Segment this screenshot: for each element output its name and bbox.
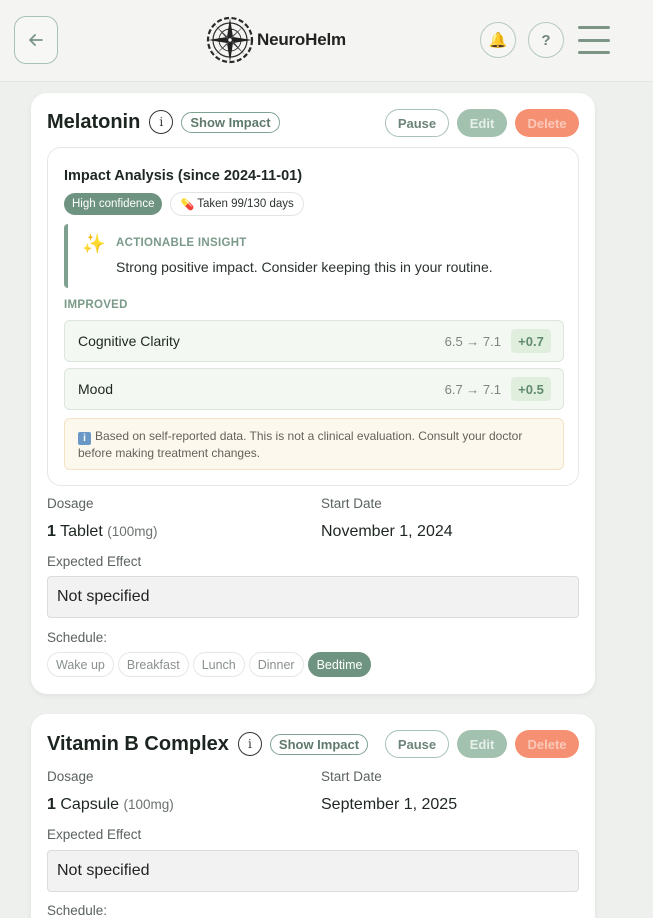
start-date-value: September 1, 2025 xyxy=(321,796,458,813)
help-icon: ? xyxy=(541,31,551,49)
insight-text: Strong positive impact. Consider keeping… xyxy=(116,259,493,275)
app-logo[interactable]: NeuroHelm xyxy=(205,14,346,66)
adherence-badge: 💊 Taken 99/130 days xyxy=(170,192,304,216)
improved-label: IMPROVED xyxy=(64,299,128,311)
supplement-name: Vitamin B Complex xyxy=(47,732,229,755)
schedule-chip-breakfast[interactable]: Breakfast xyxy=(117,652,189,677)
brain-compass-icon xyxy=(206,16,254,64)
confidence-badge: High confidence xyxy=(64,193,163,215)
info-button[interactable]: i xyxy=(237,732,262,756)
dosage-unit: Tablet xyxy=(60,523,103,540)
metric-name: Cognitive Clarity xyxy=(78,333,180,349)
dosage-value: 1 Tablet (100mg) xyxy=(47,523,158,541)
expected-effect-field: Not specified xyxy=(47,850,579,892)
dosage-label: Dosage xyxy=(47,496,94,511)
start-date-value: November 1, 2024 xyxy=(321,523,453,540)
pause-button[interactable]: Pause xyxy=(385,730,449,758)
metric-row: Cognitive Clarity 6.5 → 7.1 +0.7 xyxy=(64,320,564,362)
disclaimer-text: Based on self-reported data. This is not… xyxy=(78,429,523,460)
metric-delta-badge: +0.5 xyxy=(511,377,551,401)
edit-button[interactable]: Edit xyxy=(457,730,507,758)
metric-delta-badge: +0.7 xyxy=(511,329,551,353)
app-header: NeuroHelm 🔔 ? xyxy=(0,0,653,82)
expected-effect-value: Not specified xyxy=(57,862,150,879)
expected-effect-value: Not specified xyxy=(57,588,150,605)
schedule-label: Schedule: xyxy=(47,630,108,645)
pill-icon: 💊 xyxy=(180,198,195,211)
supplement-card-vitamin-b-complex: Vitamin B Complex i Show Impact Pause Ed… xyxy=(31,714,595,918)
back-button[interactable] xyxy=(14,16,58,64)
dosage-amount: (100mg) xyxy=(107,524,158,539)
delete-button[interactable]: Delete xyxy=(515,109,579,137)
info-icon: i xyxy=(78,432,91,445)
card-actions: Pause Edit Delete xyxy=(385,109,579,137)
expected-effect-field: Not specified xyxy=(47,576,579,618)
hamburger-menu-button[interactable] xyxy=(578,26,610,54)
impact-title: Impact Analysis (since 2024-11-01) xyxy=(64,168,303,184)
schedule-label: Schedule: xyxy=(47,903,108,918)
impact-analysis-panel: Impact Analysis (since 2024-11-01) High … xyxy=(47,147,579,486)
disclaimer-notice: i Based on self-reported data. This is no… xyxy=(64,418,564,470)
dosage-label: Dosage xyxy=(47,769,94,784)
sparkle-icon: ✨ xyxy=(82,234,106,255)
start-date-label: Start Date xyxy=(321,496,382,511)
edit-button[interactable]: Edit xyxy=(457,109,507,137)
insight-label: ACTIONABLE INSIGHT xyxy=(116,237,247,249)
dosage-amount: (100mg) xyxy=(123,797,174,812)
info-button[interactable]: i xyxy=(149,110,174,134)
schedule-chips: Wake up Breakfast Lunch Dinner Bedtime xyxy=(47,652,375,677)
show-impact-button[interactable]: Show Impact xyxy=(181,111,280,133)
metric-values: 6.7 → 7.1 xyxy=(444,382,501,397)
show-impact-button[interactable]: Show Impact xyxy=(269,733,369,755)
menu-line xyxy=(578,38,610,42)
schedule-chip-bedtime[interactable]: Bedtime xyxy=(307,652,372,677)
impact-badges: High confidence 💊 Taken 99/130 days xyxy=(64,192,304,216)
schedule-chip-dinner[interactable]: Dinner xyxy=(248,652,304,677)
expected-effect-label: Expected Effect xyxy=(47,827,142,842)
arrow-left-icon xyxy=(29,34,43,46)
pause-button[interactable]: Pause xyxy=(385,109,449,137)
notifications-button[interactable]: 🔔 xyxy=(480,22,516,58)
supplement-card-melatonin: Melatonin i Show Impact Pause Edit Delet… xyxy=(31,93,595,694)
dosage-quantity: 1 xyxy=(47,796,56,813)
supplement-name: Melatonin xyxy=(47,110,141,133)
metric-row: Mood 6.7 → 7.1 +0.5 xyxy=(64,368,564,410)
app-name: NeuroHelm xyxy=(257,30,346,49)
dosage-quantity: 1 xyxy=(47,523,56,540)
help-button[interactable]: ? xyxy=(528,22,564,58)
dosage-unit: Capsule xyxy=(60,796,120,813)
schedule-chip-wake-up[interactable]: Wake up xyxy=(47,652,114,677)
start-date-label: Start Date xyxy=(321,769,382,784)
schedule-chip-lunch[interactable]: Lunch xyxy=(192,652,245,677)
menu-line xyxy=(578,51,610,54)
metric-name: Mood xyxy=(78,381,114,397)
dosage-value: 1 Capsule (100mg) xyxy=(47,796,174,814)
card-actions: Pause Edit Delete xyxy=(385,730,579,758)
expected-effect-label: Expected Effect xyxy=(47,554,142,569)
delete-button[interactable]: Delete xyxy=(515,730,579,758)
menu-line xyxy=(578,26,610,29)
metric-values: 6.5 → 7.1 xyxy=(444,334,501,349)
actionable-insight: ✨ ACTIONABLE INSIGHT Strong positive imp… xyxy=(64,224,564,288)
bell-icon: 🔔 xyxy=(488,32,508,49)
adherence-text: Taken 99/130 days xyxy=(197,198,294,210)
